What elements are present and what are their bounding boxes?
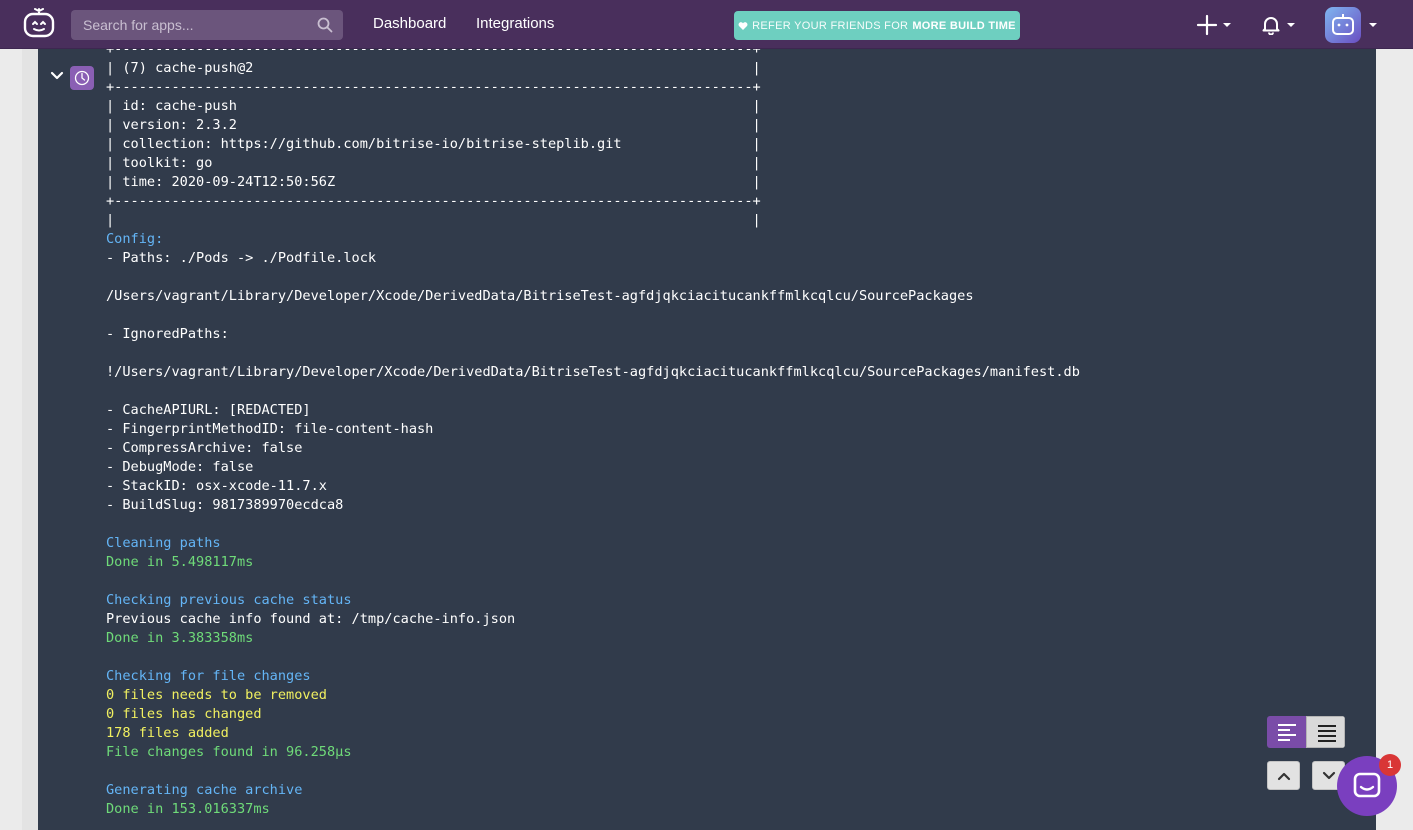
top-navigation-bar: Search for apps... Dashboard Integration… (0, 0, 1413, 49)
log-line: | toolkit: go | (106, 155, 761, 171)
log-line: - StackID: osx-xcode-11.7.x (106, 478, 327, 494)
avatar[interactable] (1325, 7, 1361, 43)
full-lines-button[interactable] (1306, 716, 1345, 748)
log-line: +---------------------------------------… (106, 193, 761, 209)
refer-highlight-text: MORE BUILD TIME (912, 19, 1016, 32)
search-placeholder: Search for apps... (83, 17, 194, 33)
log-line: - BuildSlug: 9817389970ecdca8 (106, 497, 344, 513)
log-line: Checking previous cache status (106, 592, 352, 608)
log-line: Done in 153.016337ms (106, 801, 270, 817)
log-line: - FingerprintMethodID: file-content-hash (106, 421, 434, 437)
log-line: Generating cache archive (106, 782, 303, 798)
log-line: | | (106, 212, 761, 228)
log-line: | version: 2.3.2 | (106, 117, 761, 133)
step-icon (74, 70, 90, 86)
bell-icon[interactable] (1261, 15, 1281, 35)
log-line: Done in 5.498117ms (106, 554, 254, 570)
log-lines: +---------------------------------------… (106, 49, 1080, 819)
log-line: - Paths: ./Pods -> ./Podfile.lock (106, 250, 377, 266)
chevron-down-icon (1322, 771, 1336, 780)
plus-icon[interactable] (1196, 14, 1218, 36)
build-log-panel: +---------------------------------------… (38, 49, 1376, 830)
log-view-toggle (1267, 716, 1345, 748)
chevron-down-icon[interactable] (1368, 21, 1378, 29)
log-line: +---------------------------------------… (106, 49, 761, 57)
log-line: - IgnoredPaths: (106, 326, 229, 342)
nav-link-integrations[interactable]: Integrations (476, 15, 554, 32)
log-line: 0 files has changed (106, 706, 262, 722)
chat-notification-badge: 1 (1379, 754, 1401, 776)
log-line: /Users/vagrant/Library/Developer/Xcode/D… (106, 288, 974, 304)
log-line: 0 files needs to be removed (106, 687, 327, 703)
log-line: File changes found in 96.258µs (106, 744, 352, 760)
chevron-down-icon[interactable] (1286, 21, 1296, 29)
log-line: Cleaning paths (106, 535, 221, 551)
log-line: Checking for file changes (106, 668, 311, 684)
log-line: | time: 2020-09-24T12:50:56Z | (106, 174, 761, 190)
log-line: +---------------------------------------… (106, 79, 761, 95)
chat-icon (1353, 772, 1381, 798)
refer-prefix-text: REFER YOUR FRIENDS FOR (752, 19, 909, 32)
log-line: - CacheAPIURL: [REDACTED] (106, 402, 311, 418)
log-line: - DebugMode: false (106, 459, 254, 475)
log-line: Previous cache info found at: /tmp/cache… (106, 611, 516, 627)
bitrise-logo-icon[interactable] (22, 8, 56, 38)
search-input[interactable]: Search for apps... (71, 10, 343, 40)
log-line: Config: (106, 231, 164, 247)
log-line: Done in 3.383358ms (106, 630, 254, 646)
log-line: 178 files added (106, 725, 229, 741)
wrap-lines-icon (1278, 724, 1296, 741)
log-line: !/Users/vagrant/Library/Developer/Xcode/… (106, 364, 1080, 380)
wrap-lines-button[interactable] (1267, 716, 1306, 748)
log-line: | (7) cache-push@2 | (106, 60, 761, 76)
chevron-down-icon[interactable] (1222, 21, 1232, 29)
search-icon[interactable] (317, 17, 333, 33)
full-lines-icon (1318, 725, 1336, 742)
chevron-up-icon (1277, 772, 1291, 781)
refer-friends-banner[interactable]: REFER YOUR FRIENDS FOR MORE BUILD TIME (734, 11, 1020, 40)
heart-icon (738, 21, 748, 30)
scroll-to-top-button[interactable] (1267, 761, 1300, 790)
log-line: - CompressArchive: false (106, 440, 303, 456)
user-avatar-icon (1332, 14, 1354, 35)
chevron-down-icon[interactable] (50, 71, 64, 81)
log-line: | id: cache-push | (106, 98, 761, 114)
step-icon-badge (70, 66, 94, 90)
page-gutter-right (1376, 49, 1413, 830)
log-line: | collection: https://github.com/bitrise… (106, 136, 761, 152)
page-gutter-left (22, 49, 38, 830)
nav-link-dashboard[interactable]: Dashboard (373, 15, 446, 32)
